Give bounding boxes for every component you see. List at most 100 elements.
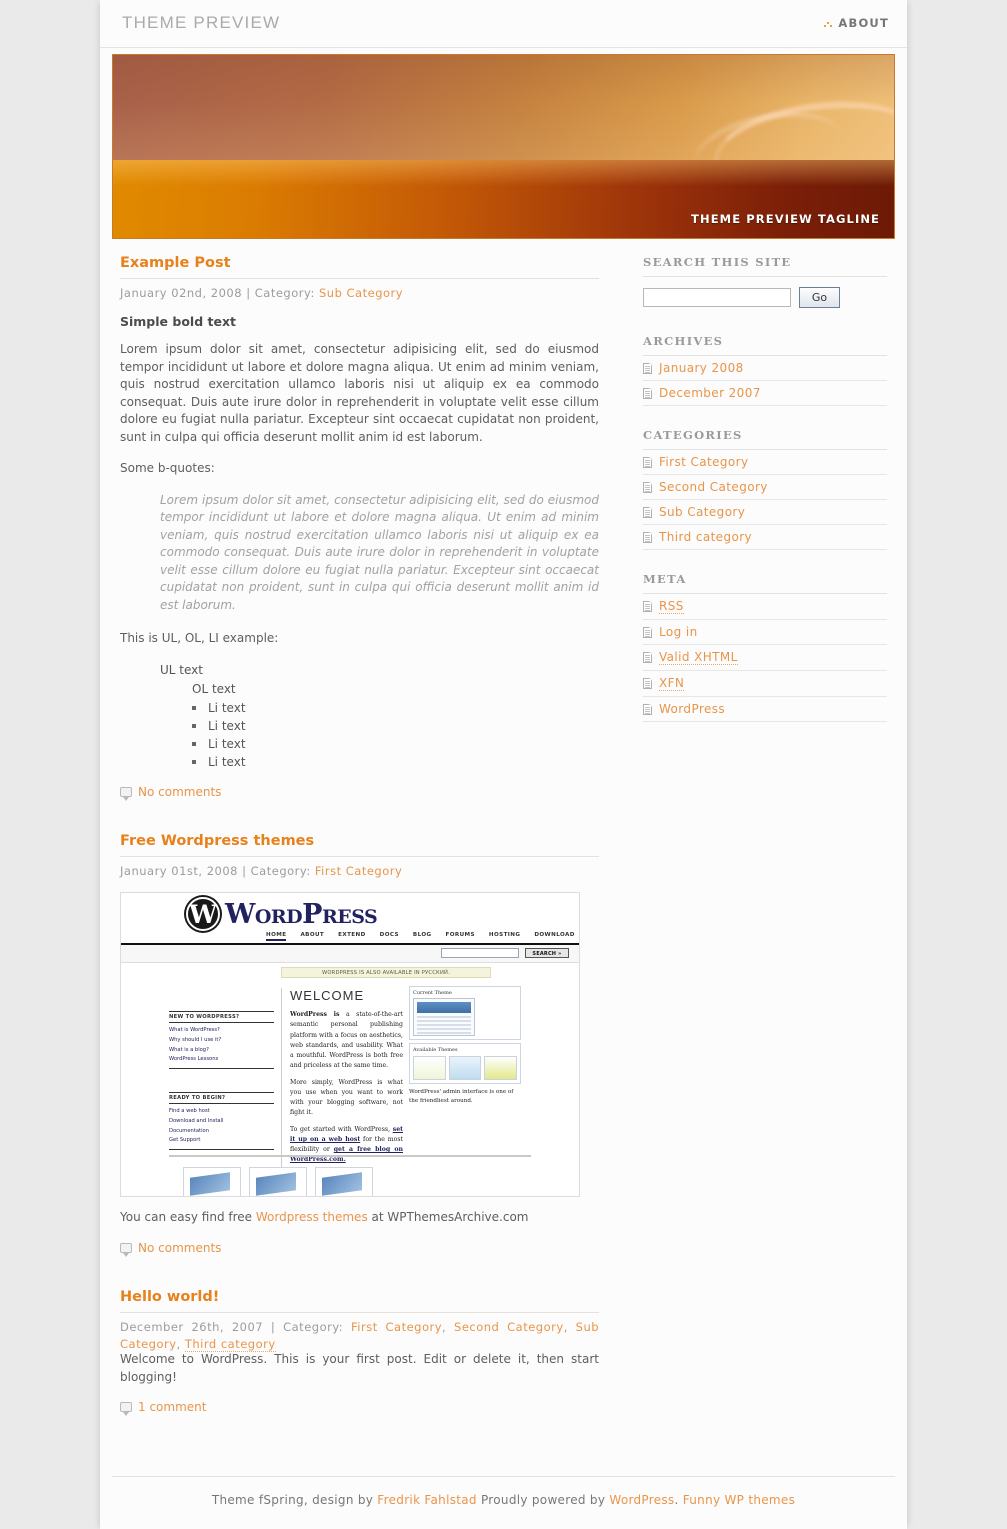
widget-heading: ARCHIVES (643, 334, 887, 356)
comment-balloon-icon (120, 787, 132, 802)
wpshot-book (183, 1167, 241, 1197)
post-comments[interactable]: 1 comment (120, 1400, 599, 1417)
blockquote-intro: Some b-quotes: (120, 461, 215, 476)
post-title[interactable]: Hello world! (120, 1289, 599, 1313)
post-category-link[interactable]: Second Category (454, 1320, 564, 1334)
post-comments[interactable]: No comments (120, 1241, 599, 1257)
list-item[interactable]: Third category (643, 525, 887, 550)
meta-link-login[interactable]: Log in (659, 625, 698, 639)
category-label: Category: (254, 286, 315, 300)
meta-link-xfn[interactable]: XFN (659, 676, 685, 691)
comma: , (442, 1319, 447, 1334)
archives-list: January 2008 December 2007 (643, 356, 887, 406)
wpshot-left-link: WordPress Lessons (169, 1056, 219, 1063)
list-item[interactable]: Sub Category (643, 500, 887, 525)
top-navigation: ABOUT (824, 16, 889, 30)
meta-link-valid-xhtml[interactable]: Valid XHTML (659, 650, 738, 665)
comma: , (563, 1319, 568, 1334)
meta-list: RSS Log in Valid XHTML XFN WordPress (643, 594, 887, 722)
list-item: Li text (192, 700, 599, 717)
page-icon (643, 703, 652, 715)
wpshot-nav-item: ABOUT (300, 932, 325, 939)
meta-separator: | (270, 1319, 276, 1334)
wpshot-nav-item: DOCS (379, 932, 399, 939)
comments-link[interactable]: No comments (138, 1241, 221, 1255)
post-category-link[interactable]: First Category (351, 1320, 442, 1334)
list-item: Li text (192, 736, 599, 753)
post-blockquote: Lorem ipsum dolor sit amet, consectetur … (160, 492, 599, 615)
search-input[interactable] (643, 288, 791, 307)
post-category-link[interactable]: First Category (315, 864, 402, 878)
comment-balloon-icon (120, 1242, 132, 1257)
wpshot-available-themes-panel: Available Themes (409, 1043, 521, 1085)
header-banner-image: THEME PREVIEW TAGLINE (112, 54, 895, 239)
comments-link[interactable]: 1 comment (138, 1400, 206, 1414)
archive-link[interactable]: January 2008 (659, 361, 744, 375)
category-link[interactable]: Third category (659, 530, 752, 544)
wpshot-left2-link: Download and Install (169, 1118, 224, 1125)
widget-heading: CATEGORIES (643, 428, 887, 450)
list-item[interactable]: Second Category (643, 475, 887, 500)
widget-search: SEARCH THIS SITE Go (643, 255, 887, 312)
widget-archives: ARCHIVES January 2008 December 2007 (643, 334, 887, 406)
meta-link-rss[interactable]: RSS (659, 599, 684, 614)
post-date: January 02nd, 2008 (120, 286, 243, 300)
widget-categories: CATEGORIES First Category Second Categor… (643, 428, 887, 550)
post-free-wordpress-themes: Free Wordpress themes January 01st, 2008… (120, 833, 599, 1257)
footer-designer-link[interactable]: Fredrik Fahlstad (377, 1493, 477, 1507)
widget-meta: META RSS Log in Valid XHTML XFN WordPres… (643, 572, 887, 722)
wpshot-search-input (441, 948, 519, 959)
sidebar: SEARCH THIS SITE Go ARCHIVES January 200… (643, 255, 887, 744)
site-header: THEME PREVIEW ABOUT (100, 0, 907, 48)
category-label: Category: (250, 864, 311, 879)
category-link[interactable]: Second Category (659, 480, 768, 494)
comments-link[interactable]: No comments (138, 785, 221, 799)
wpshot-panel-label: Available Themes (413, 1047, 458, 1054)
meta-link-wordpress[interactable]: WordPress (659, 702, 725, 716)
wpshot-wordmark: WordPress (225, 898, 378, 930)
page-icon (643, 456, 652, 468)
wpshot-left-link: What is a blog? (169, 1046, 209, 1053)
archive-link[interactable]: December 2007 (659, 386, 761, 400)
post-category-link[interactable]: Sub Category (319, 286, 403, 300)
list-item[interactable]: XFN (643, 671, 887, 697)
category-link[interactable]: Sub Category (659, 505, 745, 519)
footer-text-1: Theme fSpring, design by (211, 1493, 378, 1508)
post-meta: January 02nd, 2008 | Category: Sub Categ… (120, 285, 599, 302)
list-item[interactable]: Valid XHTML (643, 645, 887, 671)
wpshot-main-column: WELCOME WordPress is a state-of-the-art … (281, 988, 403, 1173)
ol-item: OL text (192, 682, 236, 697)
list-item[interactable]: First Category (643, 450, 887, 475)
page-icon (643, 626, 652, 638)
list-item[interactable]: January 2008 (643, 356, 887, 381)
post-hello-world: Hello world! December 26th, 2007 | Categ… (120, 1289, 599, 1417)
wpshot-searchbar: SEARCH » (121, 945, 579, 964)
post-category-link[interactable]: Third category (184, 1337, 276, 1353)
list-item[interactable]: December 2007 (643, 381, 887, 406)
post-comments[interactable]: No comments (120, 785, 599, 802)
wordpress-themes-link[interactable]: Wordpress themes (256, 1210, 368, 1224)
wpshot-left-column: NEW TO WORDPRESS? What is WordPress? Why… (169, 1011, 274, 1069)
page-icon (643, 678, 652, 689)
list-item[interactable]: WordPress (643, 697, 887, 722)
post-title[interactable]: Example Post (120, 255, 599, 279)
footer-themes-link[interactable]: Funny WP themes (683, 1493, 795, 1507)
post-title[interactable]: Free Wordpress themes (120, 833, 599, 858)
category-link[interactable]: First Category (659, 455, 748, 469)
wpshot-left2-link: Documentation (169, 1127, 209, 1134)
wpshot-book (315, 1167, 373, 1197)
page-icon (643, 601, 652, 612)
footer-text-2: Proudly powered by (476, 1493, 610, 1508)
search-go-button[interactable]: Go (799, 287, 840, 308)
list-item[interactable]: Log in (643, 620, 887, 645)
wpshot-themes-row (413, 1056, 518, 1081)
page-container: THEME PREVIEW ABOUT THEME PREVIEW TAGLIN… (100, 0, 907, 1529)
nav-item-about[interactable]: ABOUT (838, 16, 889, 30)
list-item: Li text (192, 718, 599, 735)
list-item[interactable]: RSS (643, 594, 887, 620)
wpshot-p3-pre: To get started with WordPress, (290, 1125, 393, 1133)
wpshot-right-column: Current Theme Available Themes WordPress… (409, 986, 521, 1106)
wpshot-book-thumbnails (183, 1167, 373, 1197)
footer-wordpress-link[interactable]: WordPress (609, 1493, 674, 1507)
wpshot-welcome-heading: WELCOME (290, 988, 365, 1004)
